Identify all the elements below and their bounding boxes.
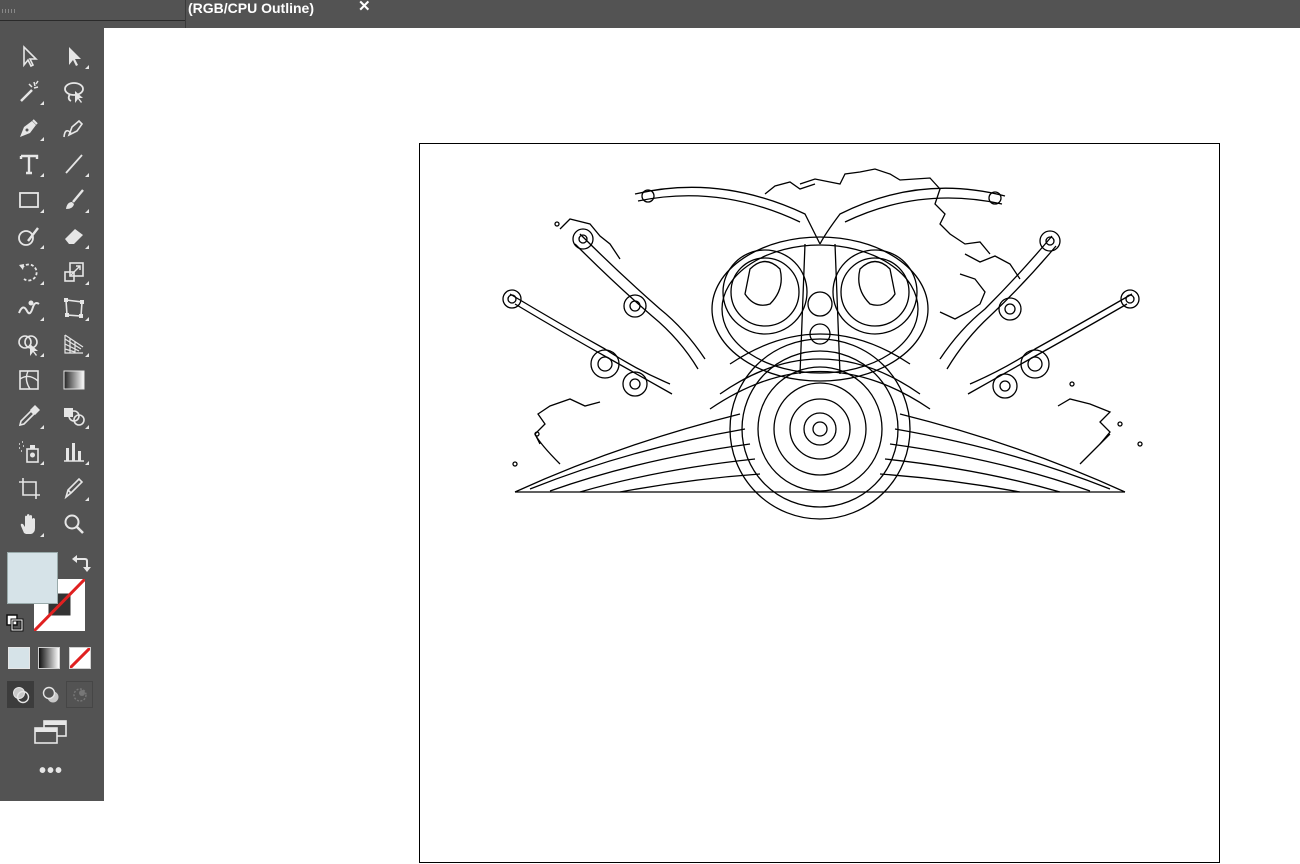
color-mode-button[interactable] xyxy=(8,647,30,669)
type-tool[interactable] xyxy=(12,148,46,180)
scale-icon xyxy=(64,262,84,282)
magic-wand-icon xyxy=(20,80,39,102)
selection-tool[interactable] xyxy=(12,40,46,72)
draw-inside-button[interactable] xyxy=(66,681,93,708)
lasso-tool[interactable] xyxy=(57,76,91,108)
tools-panel: ••• xyxy=(0,28,104,801)
selection-arrow-icon xyxy=(23,45,38,68)
perspective-grid-icon xyxy=(64,334,84,354)
shape-builder-tool[interactable] xyxy=(12,328,46,360)
none-mode-button[interactable] xyxy=(69,647,91,669)
mesh-icon xyxy=(19,370,39,390)
panel-grip[interactable] xyxy=(0,0,185,21)
curvature-icon xyxy=(63,119,84,138)
rectangle-tool[interactable] xyxy=(12,184,46,216)
eyedropper-tool[interactable] xyxy=(12,400,46,432)
symbol-sprayer-tool[interactable] xyxy=(12,436,46,468)
change-screen-mode-icon[interactable] xyxy=(32,718,70,746)
free-transform-icon xyxy=(64,298,84,318)
lasso-icon xyxy=(64,82,84,103)
line-segment-tool[interactable] xyxy=(57,148,91,180)
blend-icon xyxy=(64,408,85,426)
draw-behind-button[interactable] xyxy=(37,681,64,708)
zoom-icon xyxy=(64,514,84,534)
document-tab-title: (RGB/CPU Outline) xyxy=(188,0,314,16)
grip-dots-icon xyxy=(2,9,16,13)
shaper-tool[interactable] xyxy=(12,220,46,252)
swap-fill-stroke-icon[interactable] xyxy=(71,553,91,573)
warp-tool[interactable] xyxy=(12,292,46,324)
draw-normal-button[interactable] xyxy=(7,681,34,708)
gradient-tool[interactable] xyxy=(57,364,91,396)
fill-swatch[interactable] xyxy=(7,552,58,604)
pen-icon xyxy=(20,119,38,137)
mesh-tool[interactable] xyxy=(12,364,46,396)
direct-selection-tool[interactable] xyxy=(57,40,91,72)
draw-inside-icon xyxy=(72,687,87,702)
pen-tool[interactable] xyxy=(12,112,46,144)
eyedropper-icon xyxy=(18,405,40,427)
rotate-icon xyxy=(19,263,38,282)
symbol-sprayer-icon xyxy=(19,441,39,463)
none-icon xyxy=(70,648,90,668)
outline-artwork[interactable] xyxy=(420,144,1221,864)
draw-normal-icon xyxy=(12,686,29,703)
direct-selection-arrow-icon xyxy=(69,47,81,66)
artboard[interactable] xyxy=(419,143,1220,863)
gradient-icon xyxy=(63,370,85,390)
eraser-icon xyxy=(65,229,83,244)
blend-tool[interactable] xyxy=(57,400,91,432)
column-graph-icon xyxy=(64,443,84,462)
slice-icon xyxy=(64,477,84,500)
perspective-grid-tool[interactable] xyxy=(57,328,91,360)
paintbrush-icon xyxy=(66,189,84,209)
artboard-icon xyxy=(19,478,40,499)
magic-wand-tool[interactable] xyxy=(12,76,46,108)
document-tab[interactable]: (RGB/CPU Outline) ✕ xyxy=(185,0,379,28)
column-graph-tool[interactable] xyxy=(57,436,91,468)
hand-tool[interactable] xyxy=(12,508,46,540)
default-fill-stroke-icon[interactable] xyxy=(6,614,24,632)
slice-tool[interactable] xyxy=(57,472,91,504)
warp-icon xyxy=(18,300,40,315)
hand-icon xyxy=(20,514,35,534)
close-tab-icon[interactable]: ✕ xyxy=(358,0,371,14)
free-transform-tool[interactable] xyxy=(57,292,91,324)
gradient-mode-button[interactable] xyxy=(38,647,60,669)
edit-toolbar-button[interactable]: ••• xyxy=(38,761,64,781)
type-icon xyxy=(19,154,39,175)
draw-behind-icon xyxy=(42,686,58,702)
shape-builder-icon xyxy=(18,335,38,356)
artboard-tool[interactable] xyxy=(12,472,46,504)
zoom-tool[interactable] xyxy=(57,508,91,540)
scale-tool[interactable] xyxy=(57,256,91,288)
tab-bar-empty-area xyxy=(379,0,1300,28)
eraser-tool[interactable] xyxy=(57,220,91,252)
curvature-tool[interactable] xyxy=(57,112,91,144)
rectangle-icon xyxy=(19,192,39,208)
shaper-icon xyxy=(18,227,39,246)
paintbrush-tool[interactable] xyxy=(57,184,91,216)
line-icon xyxy=(65,154,83,174)
rotate-tool[interactable] xyxy=(12,256,46,288)
